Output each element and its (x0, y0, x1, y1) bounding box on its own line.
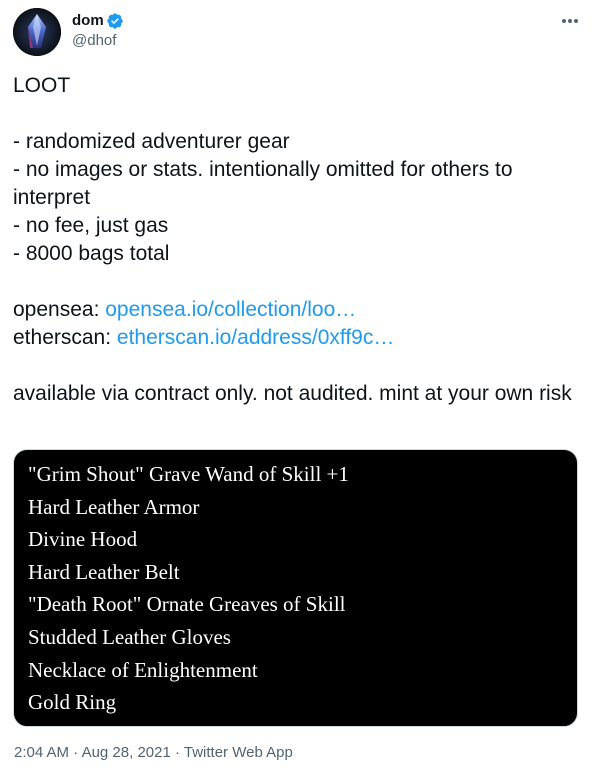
tweet-time[interactable]: 2:04 AM (14, 744, 69, 761)
tweet-blank-line (13, 352, 583, 380)
loot-item: Gold Ring (28, 690, 117, 715)
tweet-line: - no images or stats. intentionally omit… (13, 158, 513, 209)
loot-item: Hard Leather Armor (28, 494, 200, 519)
loot-item: Studded Leather Gloves (28, 624, 231, 649)
more-horizontal-icon[interactable] (558, 10, 582, 32)
opensea-link[interactable]: opensea.io/collection/loo… (105, 298, 356, 321)
etherscan-label: etherscan: (13, 326, 117, 349)
tweet-line: - 8000 bags total (13, 242, 170, 265)
author-display-name[interactable]: dom (72, 11, 104, 31)
tweet-date[interactable]: Aug 28, 2021 (82, 744, 171, 761)
avatar[interactable] (13, 8, 61, 56)
tweet-metadata: 2:04 AM · Aug 28, 2021 · Twitter Web App (14, 743, 293, 763)
author-name-row[interactable]: dom (72, 11, 124, 31)
tweet-line: LOOT (13, 74, 71, 97)
loot-item: Necklace of Enlightenment (28, 657, 258, 682)
loot-item-list: "Grim Shout" Grave Wand of Skill +1 Hard… (14, 450, 577, 719)
verified-badge-icon (106, 12, 124, 30)
meta-separator: · (69, 744, 82, 761)
avatar-image (13, 8, 61, 56)
loot-item: "Grim Shout" Grave Wand of Skill +1 (28, 462, 349, 486)
opensea-label: opensea: (13, 298, 106, 321)
tweet-text: LOOT - randomized adventurer gear - no i… (13, 72, 583, 408)
tweet: dom @dhof LOOT - randomized adventurer g… (0, 0, 596, 778)
tweet-blank-line (13, 268, 583, 296)
tweet-closing: available via contract only. not audited… (13, 382, 572, 405)
opensea-line: opensea: opensea.io/collection/loo… (13, 296, 583, 324)
meta-separator: · (170, 744, 184, 761)
loot-item: Divine Hood (28, 527, 138, 552)
loot-item: "Death Root" Ornate Greaves of Skill (28, 592, 346, 617)
etherscan-line: etherscan: etherscan.io/address/0xff9c… (13, 324, 583, 352)
etherscan-link[interactable]: etherscan.io/address/0xff9c… (117, 326, 394, 349)
tweet-blank-line (13, 100, 583, 128)
tweet-source[interactable]: Twitter Web App (184, 744, 293, 761)
tweet-line: - randomized adventurer gear (13, 130, 290, 153)
loot-item: Hard Leather Belt (28, 559, 180, 584)
tweet-media-image[interactable]: "Grim Shout" Grave Wand of Skill +1 Hard… (13, 449, 578, 727)
author-handle[interactable]: @dhof (72, 31, 116, 51)
tweet-line: - no fee, just gas (13, 214, 169, 237)
